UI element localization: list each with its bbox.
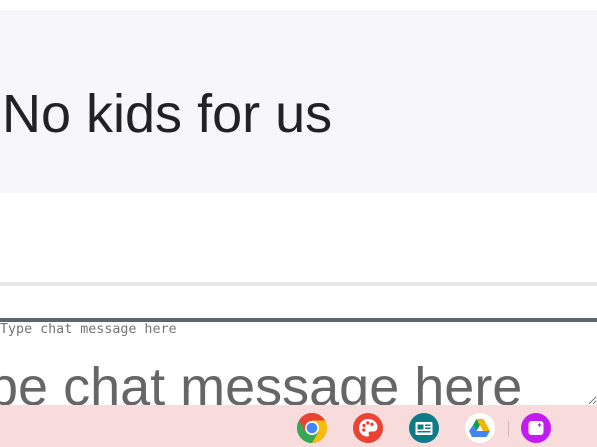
chat-message-text: No kids for us (2, 84, 333, 144)
canvas-icon[interactable] (352, 412, 384, 444)
chat-message-card: No kids for us (0, 10, 597, 193)
app-icon[interactable] (520, 412, 552, 444)
news-icon[interactable] (408, 412, 440, 444)
divider (0, 282, 597, 286)
chat-window: No kids for us pe chat message here (0, 0, 597, 447)
taskbar (0, 405, 597, 447)
drive-icon[interactable] (464, 412, 496, 444)
taskbar-separator (508, 421, 509, 437)
chrome-icon[interactable] (296, 412, 328, 444)
